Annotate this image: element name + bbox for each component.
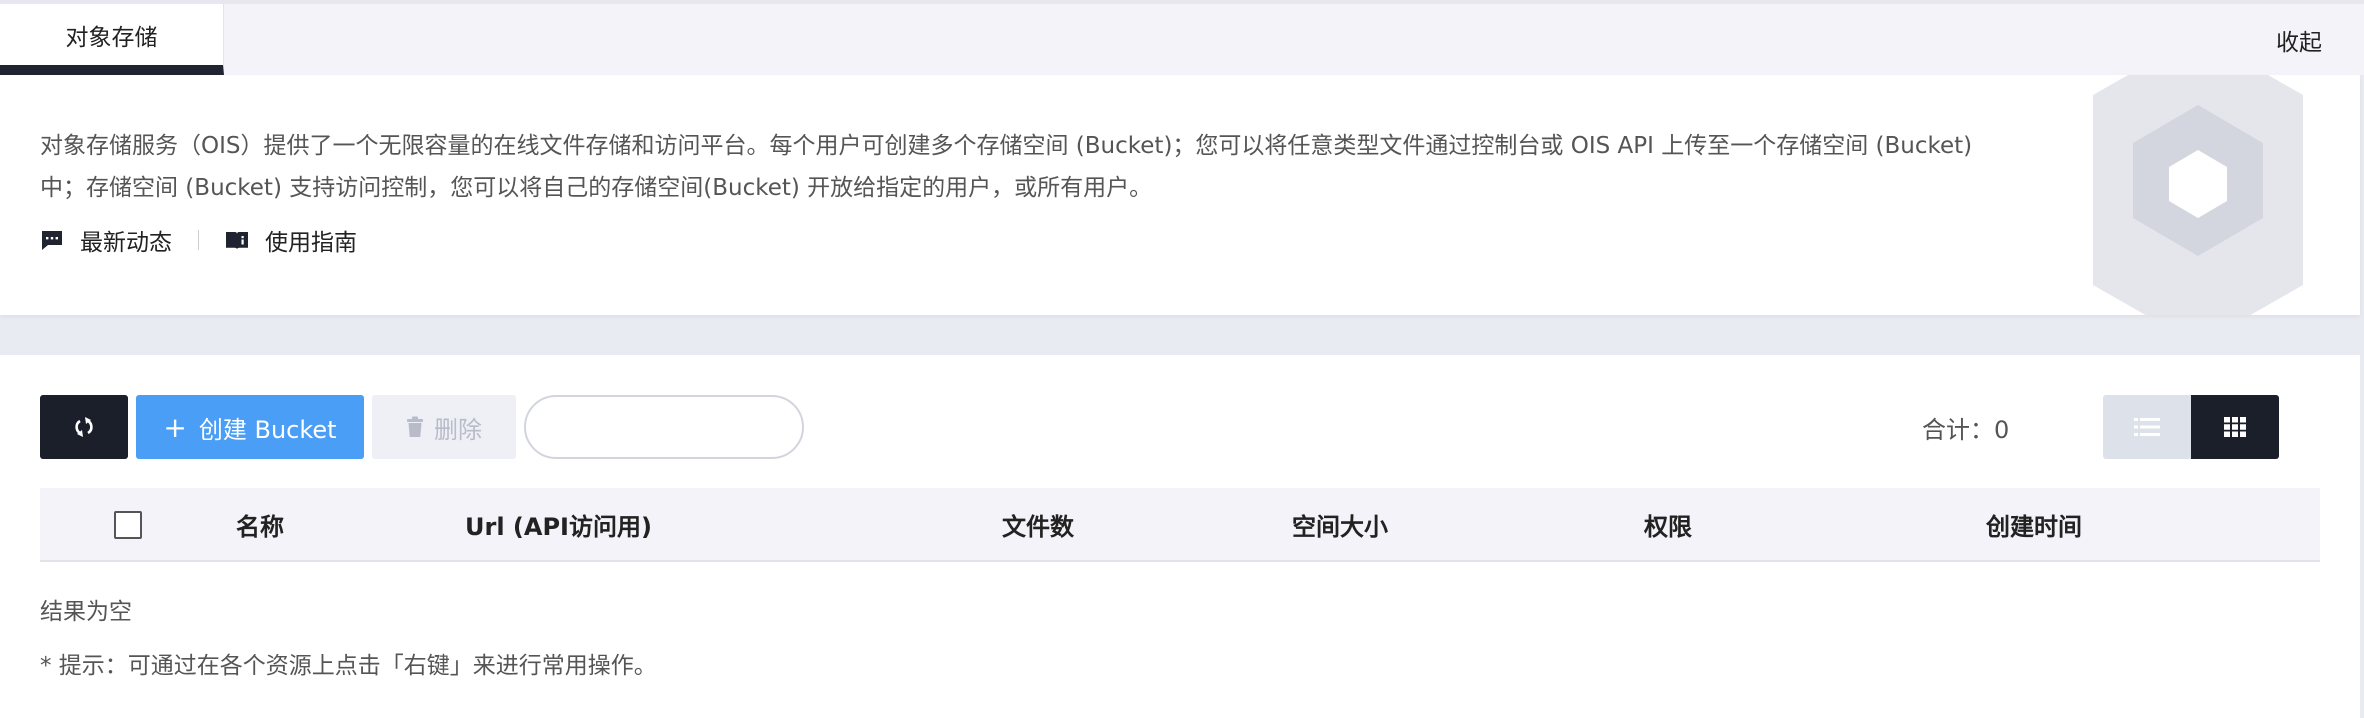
latest-news-link[interactable]: 最新动态 — [40, 223, 172, 257]
column-permission[interactable]: 权限 — [1644, 488, 1692, 560]
create-bucket-label: 创建 Bucket — [198, 415, 337, 444]
column-created-time[interactable]: 创建时间 — [1986, 488, 2082, 560]
user-guide-label: 使用指南 — [265, 230, 357, 256]
collapse-button[interactable]: 收起 — [2276, 4, 2322, 75]
latest-news-label: 最新动态 — [80, 230, 172, 256]
column-url[interactable]: Url (API访问用) — [465, 488, 652, 560]
column-file-count[interactable]: 文件数 — [1002, 488, 1074, 560]
table-header: 名称 Url (API访问用) 文件数 空间大小 权限 创建时间 — [40, 488, 2320, 562]
refresh-button[interactable] — [40, 395, 128, 459]
create-bucket-button[interactable]: + 创建 Bucket — [136, 395, 364, 459]
refresh-icon — [75, 417, 93, 437]
select-all-checkbox[interactable] — [114, 511, 142, 539]
tab-bar: 对象存储 收起 — [0, 0, 2364, 75]
divider — [198, 230, 199, 250]
grid-view-button[interactable] — [2191, 395, 2279, 459]
column-name[interactable]: 名称 — [236, 488, 284, 560]
storage-logo-icon — [2093, 75, 2303, 315]
bucket-list-panel: + 创建 Bucket 删除 合计：0 名称 Url (API访问用) 文件数 … — [0, 355, 2360, 718]
empty-result-text: 结果为空 — [40, 599, 132, 625]
list-icon — [2134, 418, 2160, 436]
user-guide-link[interactable]: 使用指南 — [225, 223, 357, 257]
list-view-button[interactable] — [2103, 395, 2191, 459]
delete-button[interactable]: 删除 — [372, 395, 516, 459]
book-icon — [226, 232, 248, 249]
intro-description: 对象存储服务（OIS）提供了一个无限容量的在线文件存储和访问平台。每个用户可创建… — [40, 133, 1973, 201]
message-icon — [42, 231, 62, 250]
total-count: 合计：0 — [1922, 415, 2010, 444]
search-input[interactable] — [524, 395, 804, 459]
tab-label: 对象存储 — [65, 24, 158, 51]
intro-links: 最新动态 使用指南 — [40, 223, 357, 257]
tab-object-storage[interactable]: 对象存储 — [0, 4, 224, 75]
column-space-size[interactable]: 空间大小 — [1292, 488, 1388, 560]
grid-icon — [2224, 417, 2246, 437]
intro-panel: 对象存储服务（OIS）提供了一个无限容量的在线文件存储和访问平台。每个用户可创建… — [0, 75, 2360, 315]
plus-icon: + — [163, 410, 187, 444]
delete-label: 删除 — [434, 415, 482, 444]
tip-text: * 提示：可通过在各个资源上点击「右键」来进行常用操作。 — [40, 653, 657, 679]
trash-icon — [407, 416, 423, 437]
